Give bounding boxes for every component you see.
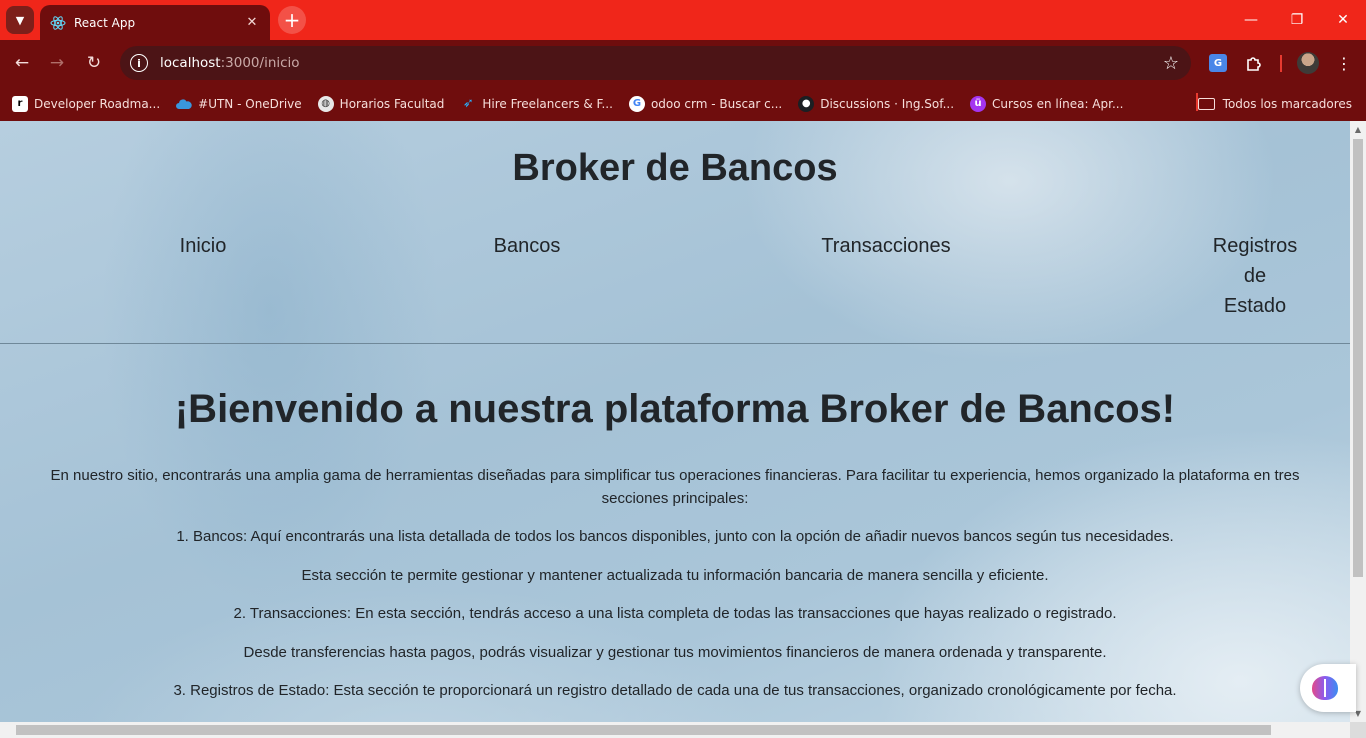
roadmap-icon: r — [12, 95, 28, 112]
nav-link-registros-line: de — [1243, 265, 1267, 287]
nav-link-registros-de-estado[interactable]: Registros de Estado — [1195, 231, 1315, 321]
nav-link-inicio[interactable]: Inicio — [160, 231, 246, 261]
nav-link-registros-line: Registros — [1212, 235, 1298, 257]
more-vertical-icon: ⋮ — [1336, 53, 1352, 73]
bookmark-item[interactable]: ü Cursos en línea: Apr... — [970, 95, 1124, 112]
site-info-icon[interactable]: i — [130, 54, 148, 72]
onedrive-icon — [176, 96, 192, 112]
bookmark-label: Discussions · Ing.Sof... — [820, 96, 955, 111]
section-paragraph: 3. Registros de Estado: Esta sección te … — [173, 682, 1177, 699]
section-paragraph: Desde transferencias hasta pagos, podrás… — [243, 644, 1107, 661]
site-title: Broker de Bancos — [512, 147, 838, 189]
profile-button[interactable] — [1296, 51, 1320, 75]
translate-button[interactable]: G — [1206, 51, 1230, 75]
chevron-down-icon: ▼ — [15, 13, 25, 27]
intro-paragraph: En nuestro sitio, encontrarás una amplia… — [50, 467, 1300, 507]
header-divider — [0, 343, 1350, 344]
window-controls: — ❐ ✕ — [1228, 0, 1366, 40]
tab-title: React App — [74, 15, 136, 30]
tab-react-app[interactable]: React App ✕ — [40, 5, 270, 40]
bookmark-label: Horarios Facultad — [339, 96, 445, 111]
bookmark-label: Hire Freelancers & F... — [482, 96, 613, 111]
nav-link-bancos[interactable]: Bancos — [476, 231, 578, 261]
bookmark-item[interactable]: #UTN - OneDrive — [176, 96, 302, 112]
close-window-button[interactable]: ✕ — [1320, 0, 1366, 40]
forward-button[interactable]: → — [44, 50, 70, 76]
all-bookmarks-button[interactable]: Todos los marcadores — [1197, 86, 1352, 121]
all-bookmarks-label: Todos los marcadores — [1222, 96, 1352, 111]
tab-strip: ▼ React App ✕ + — ❐ ✕ — [0, 0, 1366, 40]
puzzle-icon — [1247, 57, 1261, 71]
toolbar-divider — [1280, 55, 1282, 72]
reload-icon: ↻ — [86, 53, 102, 73]
freelancer-icon: ➶ — [462, 96, 474, 111]
bookmark-label: Developer Roadma... — [34, 96, 161, 111]
plus-icon: + — [283, 8, 301, 32]
react-icon — [50, 15, 66, 31]
bookmark-label: odoo crm - Buscar c... — [650, 96, 783, 111]
nav-link-registros-line: Estado — [1223, 295, 1287, 317]
menu-button[interactable]: ⋮ — [1332, 51, 1356, 75]
arrow-right-icon: → — [49, 53, 65, 73]
minimize-button[interactable]: — — [1228, 0, 1274, 40]
bookmark-item[interactable]: ● Discussions · Ing.Sof... — [798, 95, 955, 112]
back-button[interactable]: ← — [9, 50, 35, 76]
bookmark-label: Cursos en línea: Apr... — [992, 96, 1124, 111]
arrow-left-icon: ← — [14, 53, 30, 73]
horizontal-scrollbar[interactable] — [0, 722, 1366, 738]
section-paragraph: 1. Bancos: Aquí encontrarás una lista de… — [176, 528, 1174, 545]
reload-button[interactable]: ↻ — [81, 50, 107, 76]
github-icon: ● — [798, 95, 815, 112]
close-icon[interactable]: ✕ — [244, 15, 260, 30]
bookmark-item[interactable]: ➶ Hire Freelancers & F... — [460, 96, 613, 112]
avatar — [1297, 52, 1319, 74]
folder-icon — [1197, 97, 1215, 110]
new-tab-button[interactable]: + — [278, 6, 306, 34]
scroll-up-icon[interactable]: ▲ — [1353, 124, 1363, 134]
tab-search-button[interactable]: ▼ — [6, 6, 34, 34]
url-path: :3000/inicio — [220, 55, 300, 71]
google-icon: G — [628, 95, 645, 112]
bookmark-label: #UTN - OneDrive — [198, 96, 302, 111]
bookmarks-bar: r Developer Roadma... #UTN - OneDrive ◍ … — [0, 86, 1366, 121]
nav-link-transacciones[interactable]: Transacciones — [806, 231, 966, 261]
section-paragraph: Esta sección te permite gestionar y mant… — [301, 567, 1049, 584]
bookmark-item[interactable]: ◍ Horarios Facultad — [317, 95, 445, 112]
section-paragraph: 2. Transacciones: En esta sección, tendr… — [233, 605, 1117, 622]
udemy-icon: ü — [970, 95, 987, 112]
floating-extension-widget[interactable] — [1300, 664, 1356, 712]
browser-toolbar: ← → ↻ i localhost:3000/inicio ☆ G ⋮ — [0, 40, 1366, 86]
scrollbar-corner — [1350, 722, 1366, 738]
vertical-scrollbar[interactable]: ▲ ▼ — [1350, 121, 1366, 722]
extensions-button[interactable] — [1242, 51, 1266, 75]
scrollbar-thumb[interactable] — [1353, 139, 1363, 577]
page-viewport: Broker de Bancos Inicio Bancos Transacci… — [0, 121, 1350, 722]
bookmark-star-icon[interactable]: ☆ — [1163, 53, 1179, 74]
url-host: localhost — [160, 55, 221, 71]
globe-icon: ◍ — [317, 95, 334, 112]
address-bar[interactable]: i localhost:3000/inicio ☆ — [120, 46, 1191, 80]
welcome-heading: ¡Bienvenido a nuestra plataforma Broker … — [174, 387, 1176, 431]
bookmark-item[interactable]: r Developer Roadma... — [12, 95, 161, 112]
restore-button[interactable]: ❐ — [1274, 0, 1320, 40]
translate-icon: G — [1209, 54, 1227, 72]
bookmark-item[interactable]: G odoo crm - Buscar c... — [628, 95, 783, 112]
scrollbar-thumb[interactable] — [16, 725, 1271, 735]
brain-icon — [1312, 676, 1338, 700]
